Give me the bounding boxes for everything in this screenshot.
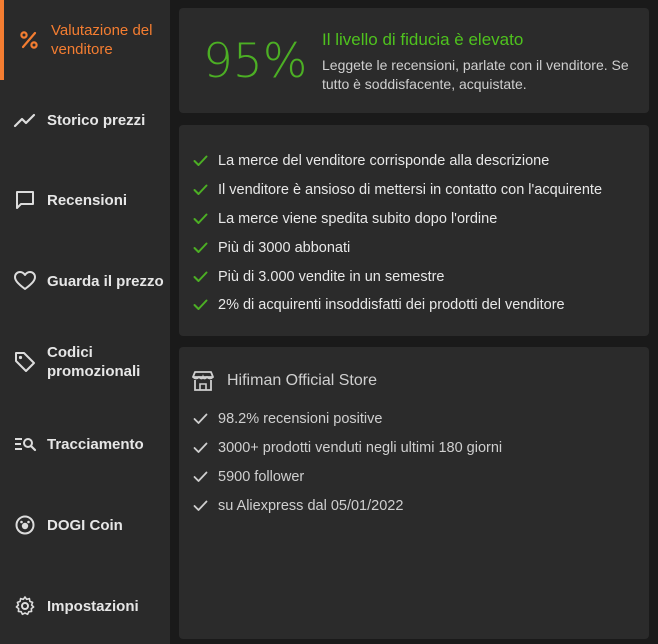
check-icon — [193, 213, 218, 225]
chat-bubble-icon — [12, 187, 38, 213]
list-item: su Aliexpress dal 05/01/2022 — [193, 491, 502, 520]
check-text: La merce del venditore corrisponde alla … — [218, 153, 550, 170]
sidebar-item-settings[interactable]: Impostazioni — [0, 566, 170, 644]
list-item: Il venditore è ansioso di mettersi in co… — [193, 176, 602, 205]
store-fact-text: 5900 follower — [218, 468, 305, 485]
heart-icon — [12, 268, 38, 294]
check-icon — [193, 500, 218, 512]
check-icon — [193, 242, 218, 254]
sidebar-item-seller-rating[interactable]: Valutazione del venditore — [0, 0, 170, 80]
list-item: Più di 3.000 vendite in un semestre — [193, 262, 602, 291]
check-text: 2% di acquirenti insoddisfatti dei prodo… — [218, 297, 565, 314]
coin-icon — [12, 512, 38, 538]
sidebar-item-label: DOGI Coin — [47, 516, 123, 534]
sidebar-item-label: Recensioni — [47, 191, 128, 209]
list-item: 5900 follower — [193, 463, 502, 492]
sidebar-item-watch-price[interactable]: Guarda il prezzo — [0, 241, 170, 321]
list-item: La merce del venditore corrisponde alla … — [193, 147, 602, 176]
store-header: Hifiman Official Store — [191, 370, 377, 392]
check-icon — [193, 442, 218, 454]
sidebar-item-label: Storico prezzi — [47, 111, 146, 129]
trend-line-icon — [12, 107, 38, 133]
store-info-panel: Hifiman Official Store 98.2% recensioni … — [179, 347, 649, 639]
sidebar-item-tracking[interactable]: Tracciamento — [0, 404, 170, 484]
store-facts-list: 98.2% recensioni positive 3000+ prodotti… — [193, 405, 502, 520]
store-fact-text: 3000+ prodotti venduti negli ultimi 180 … — [218, 440, 503, 457]
sidebar-item-label: Impostazioni — [47, 597, 139, 615]
trust-level-description: Leggete le recensioni, parlate con il ve… — [322, 57, 629, 92]
check-text: La merce viene spedita subito dopo l'ord… — [218, 210, 498, 227]
check-icon — [193, 299, 218, 311]
check-icon — [193, 413, 218, 425]
sidebar-item-label: Codici promozionali — [47, 344, 141, 380]
seller-checks-panel: La merce del venditore corrisponde alla … — [179, 125, 649, 336]
trust-score: 95% — [203, 34, 308, 89]
list-item: Più di 3000 abbonati — [193, 233, 602, 262]
store-name: Hifiman Official Store — [227, 372, 377, 389]
sidebar-item-reviews[interactable]: Recensioni — [0, 160, 170, 240]
seller-checks-list: La merce del venditore corrisponde alla … — [193, 147, 602, 320]
sidebar-item-promo-codes[interactable]: Codici promozionali — [0, 322, 170, 402]
sidebar-item-price-history[interactable]: Storico prezzi — [0, 80, 170, 160]
list-item: 3000+ prodotti venduti negli ultimi 180 … — [193, 434, 502, 463]
check-text: Più di 3.000 vendite in un semestre — [218, 268, 445, 285]
check-text: Il venditore è ansioso di mettersi in co… — [218, 182, 603, 199]
tracking-search-icon — [12, 431, 38, 457]
sidebar-item-label: Valutazione del venditore — [51, 22, 153, 58]
store-fact-text: 98.2% recensioni positive — [218, 411, 383, 428]
sidebar-item-label: Guarda il prezzo — [47, 272, 164, 290]
list-item: 2% di acquirenti insoddisfatti dei prodo… — [193, 291, 602, 320]
check-icon — [193, 271, 218, 283]
store-icon — [191, 370, 227, 392]
sidebar-item-label: Tracciamento — [47, 435, 144, 453]
sidebar: Valutazione del venditore Storico prezzi… — [0, 0, 170, 644]
check-text: Più di 3000 abbonati — [218, 239, 351, 256]
check-icon — [193, 471, 218, 483]
list-item: 98.2% recensioni positive — [193, 405, 502, 434]
sidebar-item-dogi-coin[interactable]: DOGI Coin — [0, 485, 170, 565]
list-item: La merce viene spedita subito dopo l'ord… — [193, 205, 602, 234]
trust-score-panel: 95% Il livello di fiducia è elevato Legg… — [179, 8, 649, 113]
tag-icon — [12, 349, 38, 375]
trust-level-title: Il livello di fiducia è elevato — [322, 30, 524, 49]
check-icon — [193, 184, 218, 196]
percent-icon — [16, 27, 42, 53]
check-icon — [193, 155, 218, 167]
gear-icon — [12, 593, 38, 619]
store-fact-text: su Aliexpress dal 05/01/2022 — [218, 497, 404, 514]
